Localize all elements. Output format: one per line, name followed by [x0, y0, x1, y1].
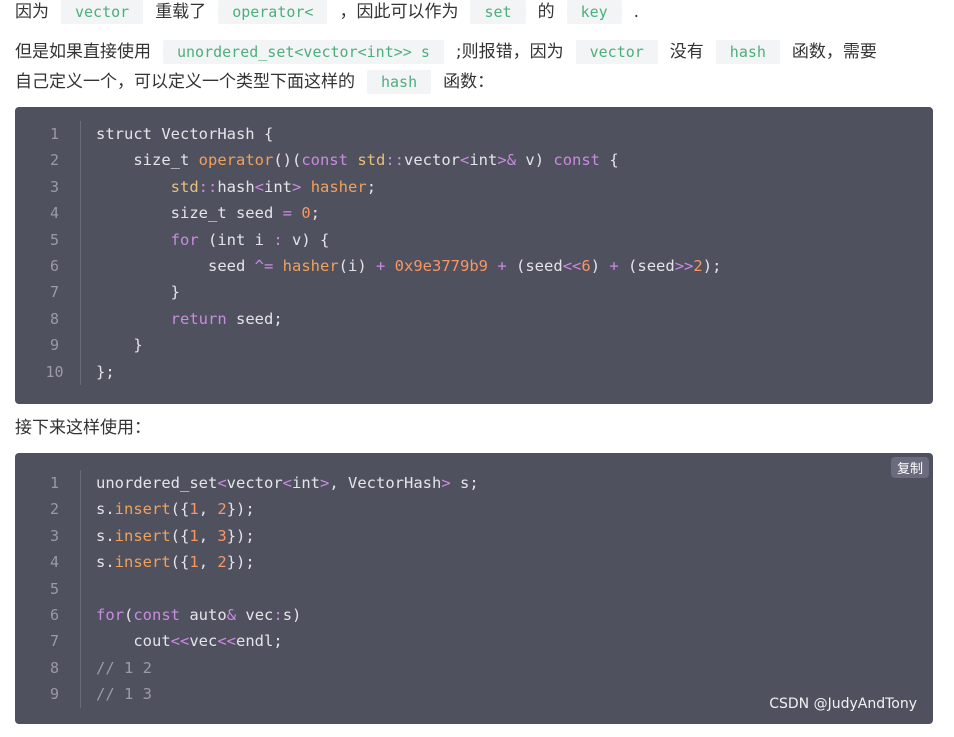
inline-code: unordered_set<vector<int>> s — [163, 40, 444, 64]
code-line: s.insert({1, 2}); — [96, 500, 255, 519]
code-line: for(const auto& vec:s) — [96, 605, 302, 624]
inline-code: vector — [575, 40, 658, 64]
line-number: 8 — [49, 658, 60, 677]
code-line: unordered_set<vector<int>, VectorHash> s… — [96, 474, 479, 492]
watermark: CSDN @JudyAndTony — [769, 696, 917, 712]
line-number: 7 — [49, 632, 60, 651]
text: 自己定义一个，可以定义一个类型下面这样的 — [15, 72, 355, 92]
paragraph-3: 接下来这样使用： — [15, 413, 934, 443]
line-number: 1 — [49, 125, 60, 143]
line-numbers: 1 2 3 4 5 6 7 8 9 10 — [29, 121, 81, 385]
text: 重载了 — [155, 2, 207, 22]
paragraph-2: 但是如果直接使用 unordered_set<vector<int>> s ;则报错… — [15, 37, 934, 67]
code-line: s.insert({1, 2}); — [96, 553, 255, 572]
inline-code: hash — [367, 70, 432, 94]
code-lines[interactable]: struct VectorHash { size_t operator()(co… — [96, 121, 923, 385]
inline-code: hash — [715, 40, 780, 64]
line-number: 2 — [49, 500, 60, 519]
line-number: 4 — [49, 204, 60, 223]
line-number: 3 — [49, 177, 60, 196]
line-number: 6 — [49, 256, 60, 275]
inline-code: vector — [61, 0, 144, 24]
text: 因为 — [15, 2, 49, 22]
text: 接下来这样使用： — [15, 418, 151, 438]
code-lines[interactable]: unordered_set<vector<int>, VectorHash> s… — [96, 470, 923, 708]
line-number: 4 — [49, 553, 60, 572]
code-line: cout<<vec<<endl; — [96, 632, 283, 651]
code-line: std::hash<int> hasher; — [170, 177, 377, 196]
text: 函数： — [443, 72, 495, 92]
line-number: 9 — [49, 685, 60, 704]
inline-code: operator< — [218, 0, 328, 24]
line-number: 7 — [49, 283, 60, 302]
line-numbers: 1 2 3 4 5 6 7 8 9 — [29, 470, 81, 708]
text: 没有 — [669, 42, 704, 62]
code-line: // 1 2 — [96, 658, 152, 677]
code-line: size_t operator()(const std::vector<int>… — [96, 151, 619, 170]
code-line: }; — [96, 362, 115, 381]
code-line: for (int i : v) { — [170, 230, 330, 249]
text: 函数，需要 — [791, 42, 877, 62]
code-line: size_t seed = 0; — [96, 204, 321, 223]
code-line: return seed; — [170, 309, 283, 328]
code-line: struct VectorHash { — [96, 125, 274, 143]
text: ，因此可以作为 — [339, 2, 459, 22]
code-line: } — [96, 283, 180, 302]
paragraph-1: 因为 vector 重载了 operator< ，因此可以作为 set 的 key. — [15, 0, 934, 27]
text: 的 — [537, 2, 555, 22]
code-block-usage: 复制 1 2 3 4 5 6 7 8 9 unordered_set<vecto… — [15, 453, 933, 724]
line-number: 6 — [49, 605, 60, 624]
line-number: 8 — [49, 309, 60, 328]
code-line: s.insert({1, 3}); — [96, 526, 255, 545]
line-number: 9 — [49, 336, 60, 355]
text: 但是如果直接使用 — [15, 42, 151, 62]
code-line: seed ^= hasher(i) + 0x9e3779b9 + (seed<<… — [96, 256, 722, 275]
line-number: 2 — [49, 151, 60, 170]
paragraph-2-cont: 自己定义一个，可以定义一个类型下面这样的 hash 函数： — [15, 67, 934, 97]
line-number: 5 — [49, 579, 60, 598]
code-block-vectorhash: 1 2 3 4 5 6 7 8 9 10 struct VectorHash {… — [15, 107, 933, 404]
line-number: 1 — [49, 474, 60, 492]
inline-code: key — [566, 0, 622, 24]
inline-code: set — [470, 0, 526, 24]
text: . — [633, 2, 640, 22]
line-number: 10 — [45, 362, 64, 381]
text: ;则报错，因为 — [455, 42, 564, 62]
line-number: 3 — [49, 526, 60, 545]
code-line: } — [96, 336, 143, 355]
line-number: 5 — [49, 230, 60, 249]
